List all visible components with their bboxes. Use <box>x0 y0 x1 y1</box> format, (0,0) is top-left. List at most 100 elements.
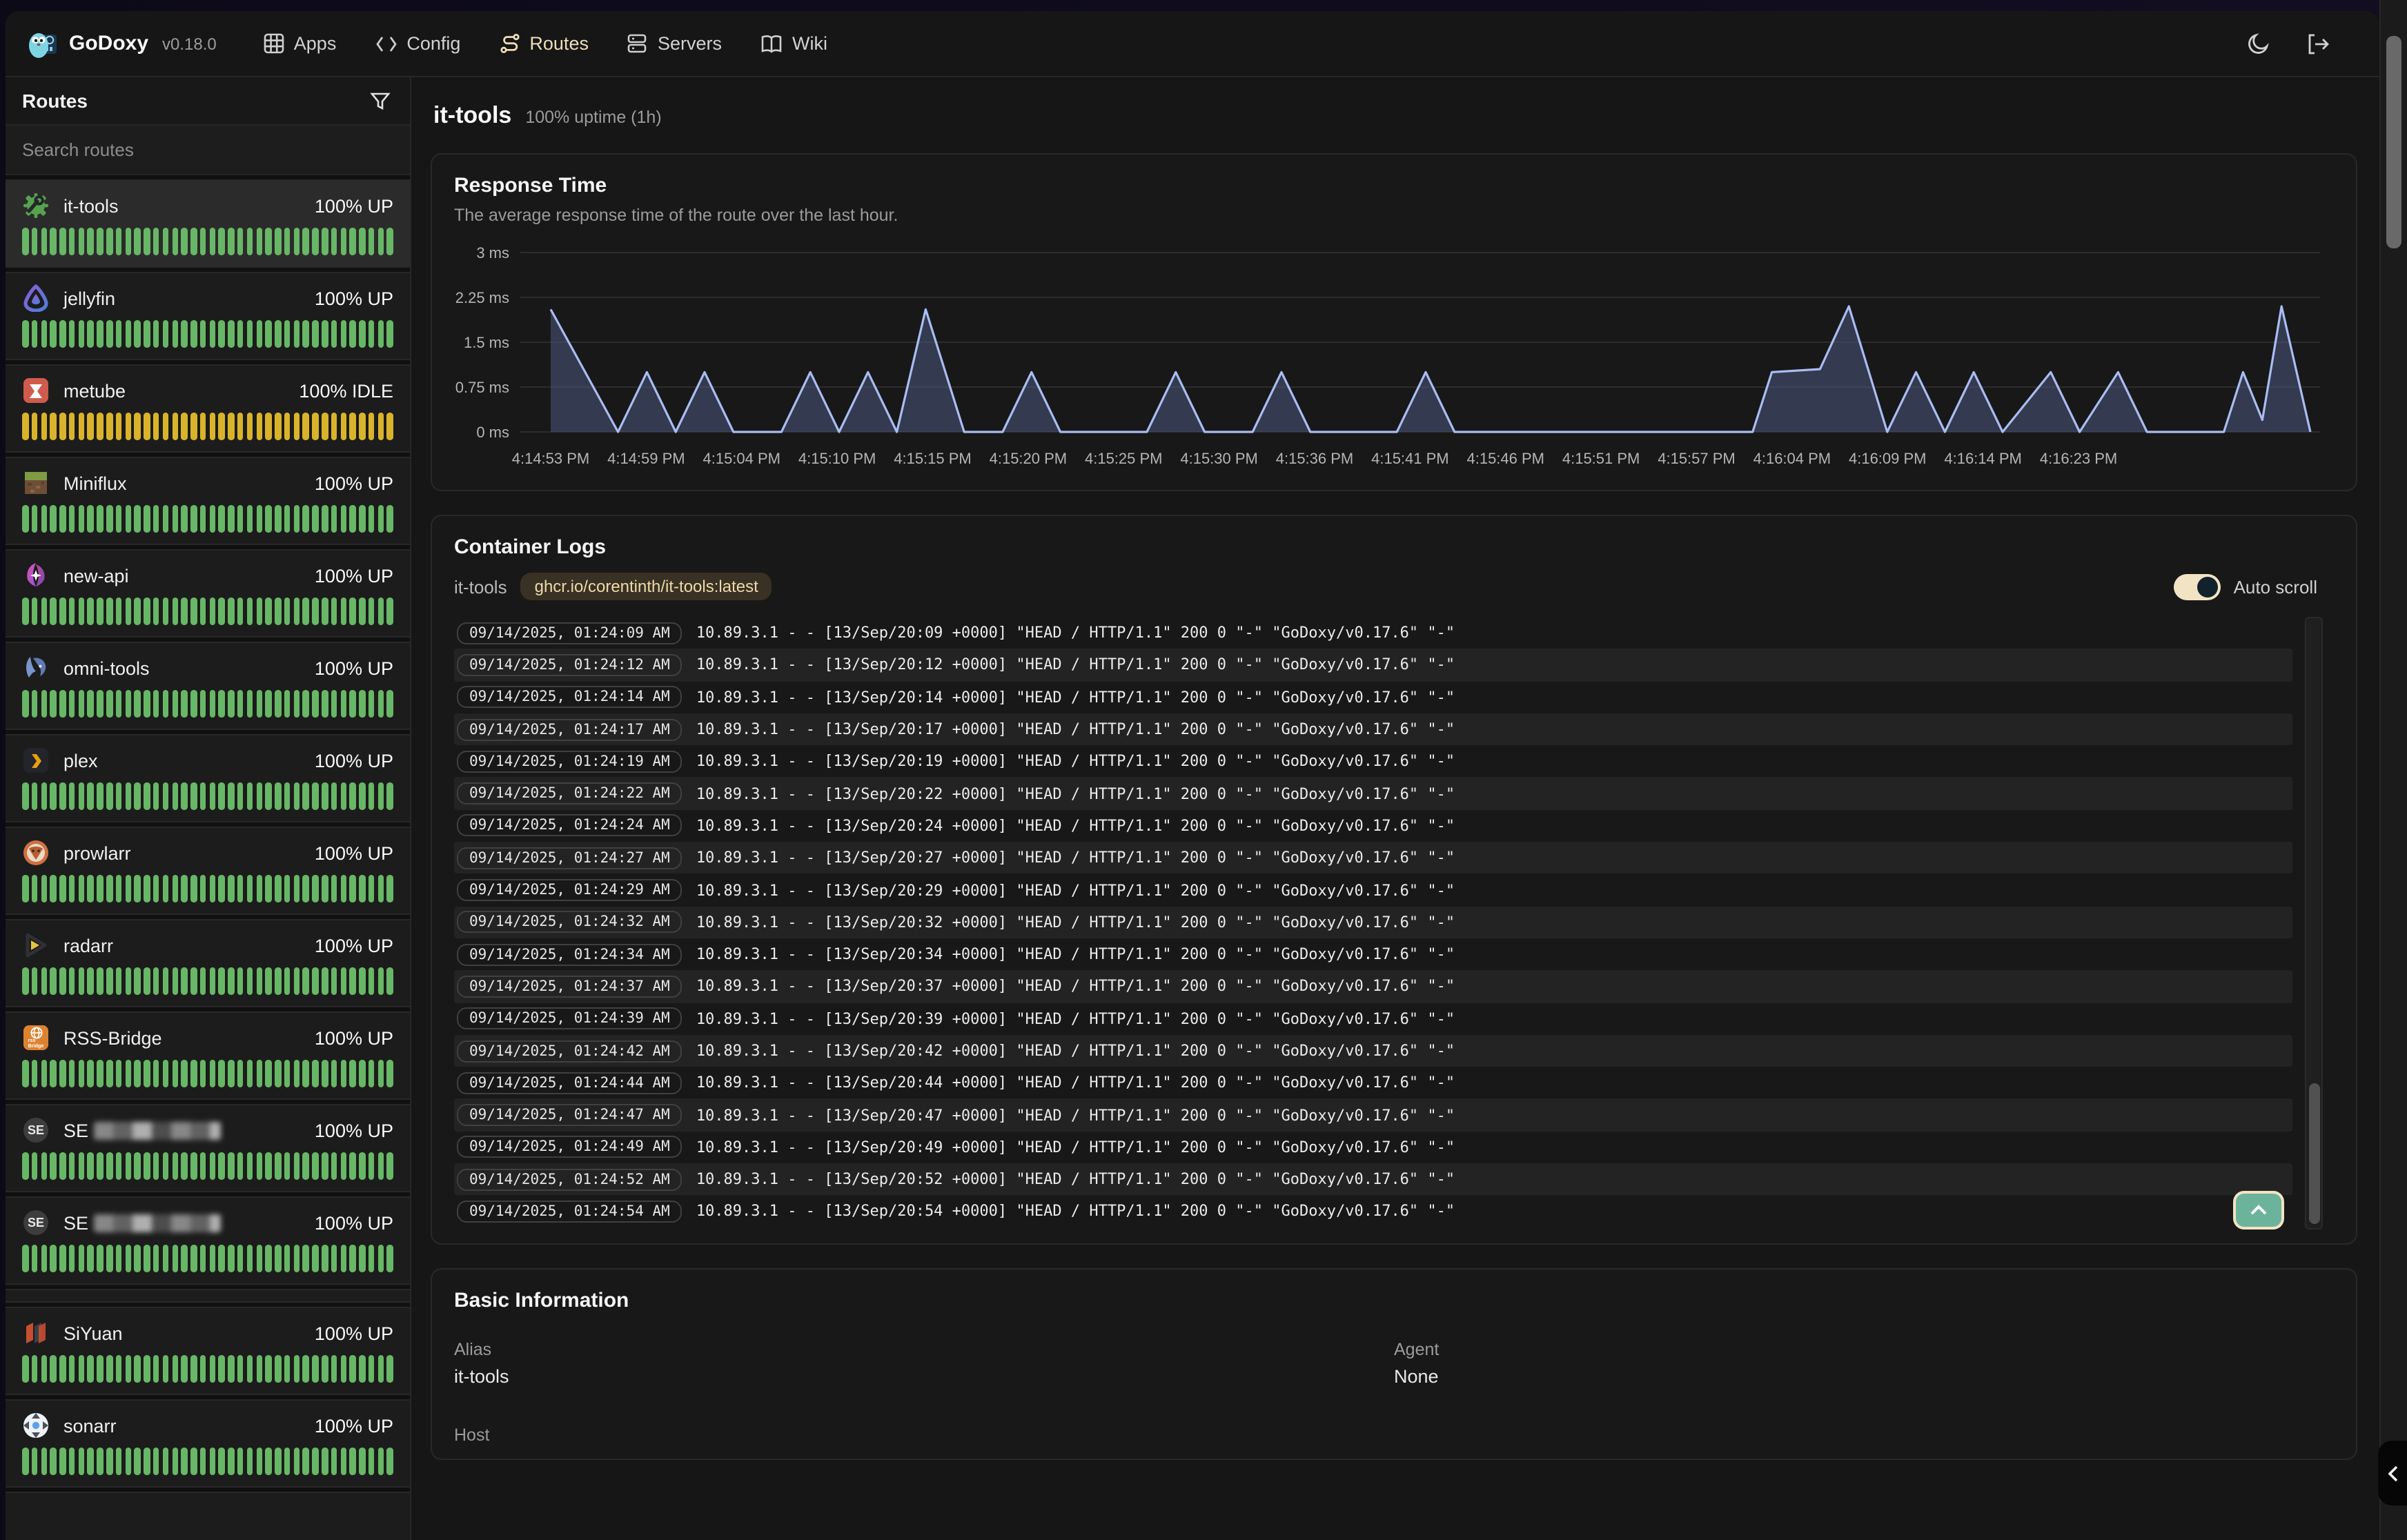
godoxy-logo-icon <box>28 28 58 59</box>
route-name: RSS-Bridge <box>63 1027 162 1048</box>
log-row: 09/14/2025, 01:24:42 AM10.89.3.1 - - [13… <box>454 1035 2292 1067</box>
log-message: 10.89.3.1 - - [13/Sep/20:09 +0000] "HEAD… <box>696 624 1455 642</box>
brand[interactable]: GoDoxy v0.18.0 <box>28 28 217 59</box>
metube-icon <box>22 377 50 404</box>
route-name: SE <box>63 1212 221 1233</box>
route-item-se[interactable]: SESE100% UP <box>6 1196 410 1285</box>
log-scrollbar[interactable] <box>2305 617 2323 1230</box>
log-box: 09/14/2025, 01:24:09 AM10.89.3.1 - - [13… <box>454 617 2334 1230</box>
route-item-miniflux[interactable]: Miniflux100% UP <box>6 457 410 545</box>
svg-text:4:16:09 PM: 4:16:09 PM <box>1849 450 1927 467</box>
scroll-to-top-button[interactable] <box>2233 1191 2284 1230</box>
log-scrollbar-thumb[interactable] <box>2308 1083 2320 1224</box>
viewport: GoDoxy v0.18.0 Apps <box>0 0 2407 1540</box>
svg-text:4:15:10 PM: 4:15:10 PM <box>798 450 876 467</box>
log-timestamp-badge: 09/14/2025, 01:24:34 AM <box>457 943 682 965</box>
log-message: 10.89.3.1 - - [13/Sep/20:34 +0000] "HEAD… <box>696 945 1455 963</box>
siyuan-icon <box>22 1319 50 1347</box>
alias-label: Alias <box>454 1340 1394 1359</box>
svg-text:4:15:15 PM: 4:15:15 PM <box>894 450 972 467</box>
dark-mode-moon-icon[interactable] <box>2244 30 2272 57</box>
book-icon <box>760 34 783 53</box>
route-status-badge: 100% UP <box>315 195 393 216</box>
field-agent: Agent None <box>1394 1340 2334 1387</box>
log-timestamp-badge: 09/14/2025, 01:24:19 AM <box>457 751 682 773</box>
uptime-bars <box>22 1060 393 1087</box>
svg-text:4:15:20 PM: 4:15:20 PM <box>990 450 1068 467</box>
svg-text:3 ms: 3 ms <box>476 244 509 261</box>
se-avatar-icon: SE <box>22 1116 50 1144</box>
sidebar-header: Routes <box>6 77 410 126</box>
uptime-bars <box>22 1245 393 1272</box>
route-item-omni-tools[interactable]: omni-tools100% UP <box>6 642 410 730</box>
page-head: it-tools 100% uptime (1h) <box>433 102 2366 130</box>
alias-value: it-tools <box>454 1366 1394 1387</box>
nav-item-apps[interactable]: Apps <box>264 33 337 54</box>
basic-info-card: Basic Information Alias it-tools Agent N… <box>431 1268 2357 1460</box>
logout-icon[interactable] <box>2305 30 2332 57</box>
page-scrollbar-thumb[interactable] <box>2386 36 2401 248</box>
agent-value: None <box>1394 1366 2334 1387</box>
uptime-bars <box>22 1448 393 1475</box>
svg-text:4:15:57 PM: 4:15:57 PM <box>1658 450 1736 467</box>
svg-text:4:14:53 PM: 4:14:53 PM <box>512 450 590 467</box>
svg-text:0.75 ms: 0.75 ms <box>455 379 509 396</box>
route-item-new-api[interactable]: new-api100% UP <box>6 549 410 638</box>
route-item-metube[interactable]: metube100% IDLE <box>6 364 410 453</box>
log-timestamp-badge: 09/14/2025, 01:24:54 AM <box>457 1201 682 1223</box>
log-timestamp-badge: 09/14/2025, 01:24:52 AM <box>457 1168 682 1190</box>
route-name: omni-tools <box>63 658 150 678</box>
field-alias: Alias it-tools <box>454 1340 1394 1387</box>
nav-item-wiki[interactable]: Wiki <box>760 33 827 54</box>
log-message: 10.89.3.1 - - [13/Sep/20:37 +0000] "HEAD… <box>696 978 1455 996</box>
field-host: Host <box>454 1425 1394 1445</box>
uptime-bars <box>22 413 393 440</box>
route-item-se[interactable]: SESE100% UP <box>6 1104 410 1192</box>
route-status-badge: 100% UP <box>315 750 393 771</box>
panel-collapse-tab[interactable] <box>2378 1441 2407 1506</box>
route-item-rss-bridge[interactable]: rssBridgeRSS-Bridge100% UP <box>6 1011 410 1100</box>
route-item-prowlarr[interactable]: prowlarr100% UP <box>6 827 410 915</box>
code-brackets-icon <box>375 34 397 53</box>
route-item-radarr[interactable]: radarr100% UP <box>6 919 410 1007</box>
container-image-badge[interactable]: ghcr.io/corentinth/it-tools:latest <box>521 573 772 600</box>
route-item-plex[interactable]: plex100% UP <box>6 734 410 822</box>
page-scrollbar[interactable] <box>2379 0 2407 1540</box>
log-message: 10.89.3.1 - - [13/Sep/20:12 +0000] "HEAD… <box>696 656 1455 674</box>
nav-item-servers[interactable]: Servers <box>627 33 722 54</box>
route-item-siyuan[interactable]: SiYuan100% UP <box>6 1307 410 1395</box>
route-item-sonarr[interactable]: sonarr100% UP <box>6 1399 410 1488</box>
route-name: jellyfin <box>63 288 115 308</box>
svg-text:4:15:04 PM: 4:15:04 PM <box>703 450 780 467</box>
uptime-bars <box>22 598 393 625</box>
uptime-bars <box>22 967 393 995</box>
nav-item-config[interactable]: Config <box>375 33 460 54</box>
nav-label-apps: Apps <box>294 33 337 54</box>
route-name: it-tools <box>63 195 119 216</box>
basic-info-grid: Alias it-tools Agent None Host <box>454 1340 2334 1445</box>
filter-icon[interactable] <box>366 87 393 115</box>
svg-text:4:15:46 PM: 4:15:46 PM <box>1466 450 1544 467</box>
autoscroll-toggle[interactable] <box>2174 573 2221 600</box>
svg-text:1.5 ms: 1.5 ms <box>464 334 509 351</box>
logs-meta-row: it-tools ghcr.io/corentinth/it-tools:lat… <box>454 573 2334 600</box>
main-content: it-tools 100% uptime (1h) Response Time … <box>411 77 2379 1540</box>
se-avatar-icon: SE <box>22 1209 50 1236</box>
it-tools-gear-icon <box>22 192 50 219</box>
route-name: radarr <box>63 935 113 956</box>
route-name: Miniflux <box>63 473 127 493</box>
brand-name: GoDoxy <box>69 32 148 55</box>
nav-item-routes[interactable]: Routes <box>499 33 589 54</box>
search-routes-input[interactable] <box>6 139 410 160</box>
log-row: 09/14/2025, 01:24:12 AM10.89.3.1 - - [13… <box>454 649 2292 682</box>
log-row: 09/14/2025, 01:24:34 AM 10.89.3.1 - - [13… <box>454 938 2292 971</box>
toggle-knob <box>2198 576 2219 597</box>
page-title: it-tools <box>433 102 511 130</box>
log-timestamp-badge: 09/14/2025, 01:24:29 AM <box>457 879 682 901</box>
brand-version: v0.18.0 <box>162 34 217 53</box>
logs-route-name: it-tools <box>454 576 507 597</box>
log-timestamp-badge: 09/14/2025, 01:24:47 AM <box>457 1104 682 1126</box>
uptime-bars <box>22 875 393 902</box>
route-item-jellyfin[interactable]: jellyfin100% UP <box>6 272 410 360</box>
route-item-it-tools[interactable]: it-tools 100% UP <box>6 179 410 268</box>
